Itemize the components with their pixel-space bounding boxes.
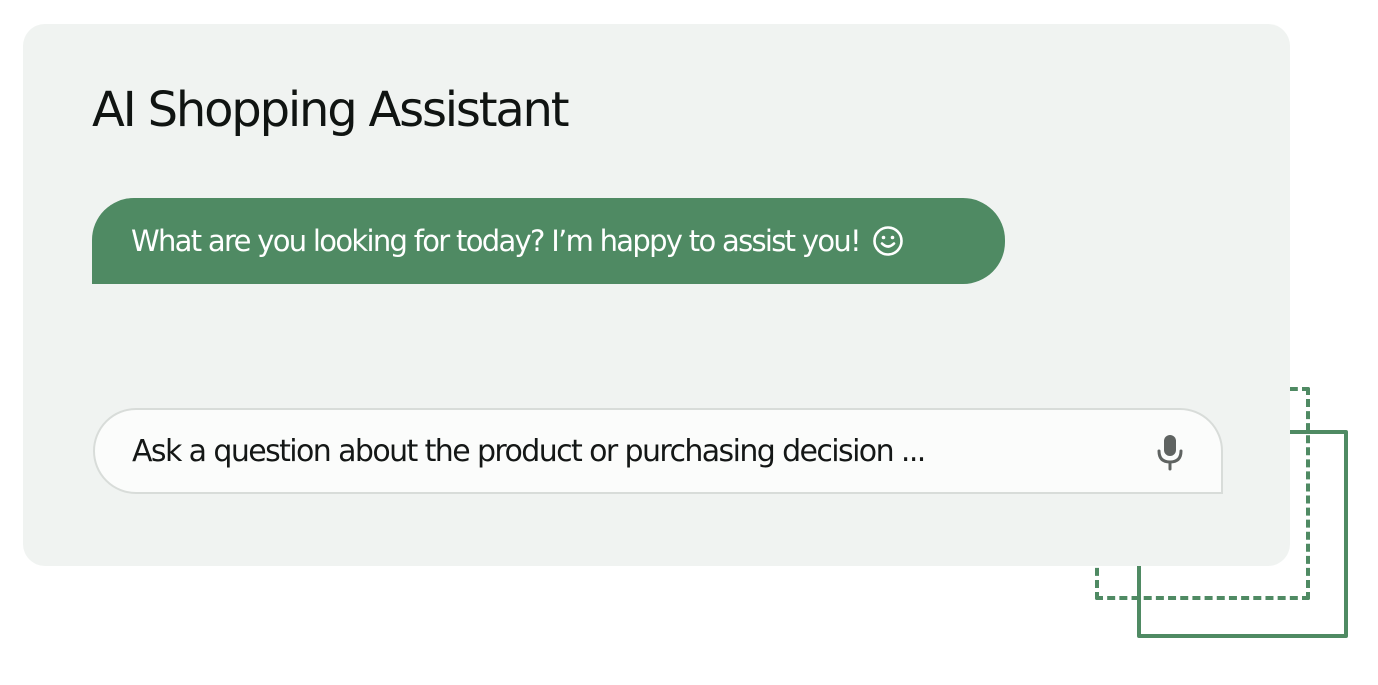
assistant-card: AI Shopping Assistant What are you looki… xyxy=(23,24,1290,566)
question-input[interactable]: Ask a question about the product or purc… xyxy=(93,408,1223,494)
assistant-greeting-bubble: What are you looking for today? I’m happ… xyxy=(92,198,1005,284)
smile-icon xyxy=(873,226,903,256)
question-placeholder: Ask a question about the product or purc… xyxy=(132,433,926,469)
greeting-text: What are you looking for today? I’m happ… xyxy=(131,224,862,258)
microphone-icon[interactable] xyxy=(1153,433,1187,471)
assistant-title: AI Shopping Assistant xyxy=(92,82,570,138)
